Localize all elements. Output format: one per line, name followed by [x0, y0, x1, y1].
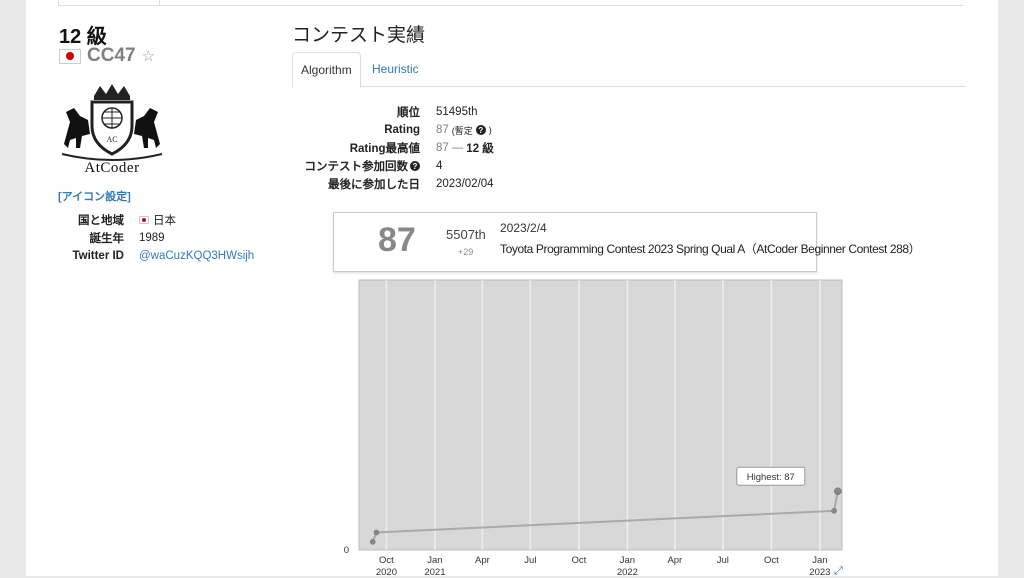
- logo-text: AtCoder: [84, 160, 140, 176]
- detail-contest-name[interactable]: Toyota Programming Contest 2023 Spring Q…: [500, 240, 921, 257]
- info-key: 誕生年: [89, 233, 125, 245]
- help-icon[interactable]: ?: [410, 161, 420, 171]
- close-paren: ): [488, 125, 492, 135]
- detail-date: 2023/2/4: [500, 221, 547, 235]
- tab-heuristic[interactable]: Heuristic: [364, 52, 427, 86]
- help-icon[interactable]: ?: [475, 125, 486, 135]
- atcoder-crest-icon: AC: [61, 84, 163, 161]
- info-row-birth-year: 誕生年 1989: [54, 229, 254, 247]
- stat-label: 最後に参加した日: [328, 179, 420, 191]
- x-tick-label: Apr: [667, 555, 682, 566]
- rating-value: 87: [436, 124, 449, 136]
- info-key: 国と地域: [78, 215, 124, 227]
- info-row-country: 国と地域 日本: [54, 211, 254, 229]
- twitter-link[interactable]: @waCuzKQQ3HWsijh: [139, 250, 254, 262]
- user-header: CC47 ☆: [59, 44, 155, 68]
- x-tick-label: Jan: [620, 555, 635, 566]
- x-tick-label: Jan: [427, 555, 442, 566]
- detail-place: 5507th: [446, 227, 486, 242]
- highest-annotation: Highest: 87: [747, 472, 795, 483]
- stat-label: コンテスト参加回数: [304, 161, 409, 173]
- stat-label: Rating最高値: [349, 143, 420, 155]
- y-tick-label: 0: [344, 545, 349, 556]
- stat-label: Rating: [384, 124, 420, 136]
- rating-chart[interactable]: Oct2020Jan2021Apr Jul Oct Jan2022Apr Jul Oct J…: [292, 278, 852, 576]
- x-tick-year: 2023: [809, 567, 830, 576]
- tab-algorithm[interactable]: Algorithm: [292, 52, 361, 88]
- stat-value: 2023/02/04: [436, 178, 494, 190]
- rating-stats: 順位 51495th Rating 87 (暫定 ?) Rating最高値 87…: [286, 103, 494, 193]
- svg-text:AC: AC: [106, 135, 117, 144]
- section-title: コンテスト実績: [292, 25, 426, 46]
- provisional-note: (暫定: [451, 125, 473, 136]
- username[interactable]: CC47: [87, 45, 136, 67]
- detail-rating-diff: +29: [458, 247, 474, 257]
- contest-detail-box: 87 5507th +29 2023/2/4 Toyota Programmin…: [333, 212, 921, 272]
- info-value: 日本: [153, 215, 176, 227]
- x-tick-label: Oct: [379, 555, 394, 566]
- highest-kyu: 12 級: [466, 143, 494, 155]
- data-point: [373, 529, 380, 536]
- data-point: [369, 539, 376, 545]
- x-tick-label: Jan: [812, 555, 827, 566]
- x-tick-label: Jul: [524, 555, 536, 566]
- info-row-twitter: Twitter ID @waCuzKQQ3HWsijh: [54, 247, 254, 265]
- data-point: [834, 487, 842, 496]
- japan-flag-icon: [139, 216, 149, 224]
- top-tab-strip: [58, 0, 964, 6]
- x-tick-label: Oct: [764, 555, 779, 566]
- detail-rating: 87: [378, 221, 416, 259]
- stat-value: 4: [436, 160, 443, 172]
- stat-label: 順位: [397, 107, 420, 119]
- page: 12 級 CC47 ☆ AC AtCoder [アイコン設定] 国と地域 日本: [26, 0, 998, 578]
- data-point: [831, 508, 837, 514]
- x-tick-year: 2022: [617, 567, 638, 576]
- expand-chart-icon[interactable]: ⤢: [834, 565, 843, 578]
- info-value: 1989: [139, 232, 165, 244]
- separator: —: [451, 142, 464, 154]
- icon-setting-link[interactable]: [アイコン設定]: [58, 188, 131, 204]
- profile-info: 国と地域 日本 誕生年 1989 Twitter ID @waCuzKQQ3HW…: [54, 211, 254, 265]
- highest-rating: 87: [436, 142, 449, 154]
- x-tick-label: Oct: [571, 555, 586, 566]
- info-key: Twitter ID: [72, 250, 124, 262]
- stat-value: 51495th: [436, 106, 478, 118]
- japan-flag-icon: [59, 48, 81, 64]
- contest-type-tabs: Algorithm Heuristic: [292, 52, 966, 88]
- x-tick-label: Apr: [475, 555, 490, 566]
- x-tick-year: 2021: [424, 567, 445, 576]
- user-avatar: AC AtCoder: [56, 82, 168, 180]
- x-tick-label: Jul: [717, 555, 729, 566]
- x-tick-year: 2020: [376, 567, 397, 576]
- favorite-star-icon[interactable]: ☆: [142, 47, 155, 65]
- plot-background: [358, 279, 843, 551]
